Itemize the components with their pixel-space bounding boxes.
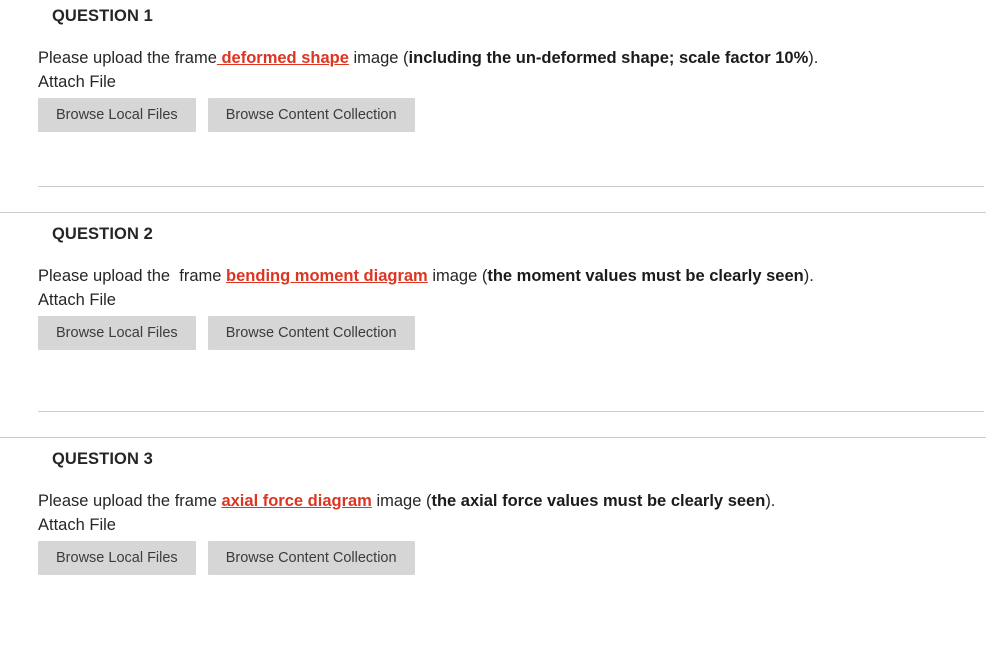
- prompt-tail-text: ).: [803, 267, 814, 285]
- page-title-question-3: QUESTION 3: [52, 450, 153, 468]
- question-1-gap: [0, 187, 986, 212]
- prompt-lead-text: Please upload the frame: [38, 49, 217, 67]
- question-block-3: QUESTION 3 Please upload the frame axial…: [0, 438, 986, 575]
- prompt-mid-text: image (: [427, 267, 488, 285]
- prompt-lead-text: Please upload the frame: [38, 267, 227, 285]
- question-2-gap: [0, 412, 986, 437]
- prompt-mid-text: image (: [371, 492, 432, 510]
- question-3-button-row: Browse Local Files Browse Content Collec…: [38, 541, 986, 575]
- question-3-prompt: Please upload the frame axial force diag…: [38, 469, 986, 511]
- prompt-strong-text: the moment values must be clearly seen: [487, 267, 804, 285]
- browse-content-collection-button[interactable]: Browse Content Collection: [207, 316, 415, 350]
- attach-file-label: Attach File: [38, 516, 116, 534]
- prompt-strong-text: the axial force values must be clearly s…: [431, 492, 766, 510]
- browse-content-collection-button[interactable]: Browse Content Collection: [207, 541, 415, 575]
- prompt-lead-text: Please upload the frame: [38, 492, 222, 510]
- browse-local-files-button[interactable]: Browse Local Files: [38, 541, 196, 575]
- question-2-body: Please upload the frame bending moment d…: [0, 244, 986, 350]
- question-2-button-row: Browse Local Files Browse Content Collec…: [38, 316, 986, 350]
- prompt-strong-text: including the un-deformed shape; scale f…: [408, 49, 809, 67]
- browse-local-files-button[interactable]: Browse Local Files: [38, 316, 196, 350]
- axial-force-diagram-link[interactable]: axial force diagram: [221, 492, 371, 510]
- browse-local-files-button[interactable]: Browse Local Files: [38, 98, 196, 132]
- attach-file-label: Attach File: [38, 291, 116, 309]
- prompt-tail-text: ).: [765, 492, 776, 510]
- browse-content-collection-button[interactable]: Browse Content Collection: [207, 98, 415, 132]
- question-block-2: QUESTION 2 Please upload the frame bendi…: [0, 213, 986, 438]
- question-block-1: QUESTION 1 Please upload the frame defor…: [0, 0, 986, 213]
- question-1-button-row: Browse Local Files Browse Content Collec…: [38, 98, 986, 132]
- bending-moment-diagram-link[interactable]: bending moment diagram: [226, 267, 428, 285]
- question-1-body: Please upload the frame deformed shape i…: [0, 26, 986, 132]
- question-3-body: Please upload the frame axial force diag…: [0, 469, 986, 575]
- prompt-mid-text: image (: [348, 49, 409, 67]
- deformed-shape-link[interactable]: deformed shape: [217, 49, 348, 67]
- page-title-question-1: QUESTION 1: [52, 7, 153, 25]
- question-2-prompt: Please upload the frame bending moment d…: [38, 244, 986, 286]
- page-title-question-2: QUESTION 2: [52, 225, 153, 243]
- attach-file-label: Attach File: [38, 73, 116, 91]
- prompt-tail-text: ).: [808, 49, 819, 67]
- question-1-prompt: Please upload the frame deformed shape i…: [38, 26, 986, 68]
